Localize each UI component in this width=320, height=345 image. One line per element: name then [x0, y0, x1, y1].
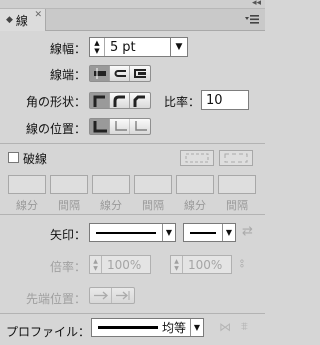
- align-button-group: [89, 118, 151, 135]
- gap-label-2: 間隔: [142, 199, 164, 212]
- panel-title-bar[interactable]: ◂◂: [0, 0, 265, 9]
- dashed-label: 破線: [23, 152, 48, 166]
- profile-preview: [98, 326, 158, 329]
- projecting-cap-icon: [134, 69, 146, 78]
- arrow-tip-place-button[interactable]: [112, 288, 134, 303]
- collapse-icon[interactable]: ◂◂: [252, 0, 261, 8]
- align-inside-icon: [114, 120, 127, 131]
- arrow-place-icon: [116, 291, 130, 300]
- gap-field-2[interactable]: [134, 175, 172, 194]
- weight-value[interactable]: 5: [110, 40, 118, 55]
- align-center-button[interactable]: [90, 119, 110, 134]
- align-dash-button[interactable]: [219, 150, 253, 166]
- dash-label-3: 線分: [184, 199, 206, 212]
- dashed-checkbox[interactable]: [8, 152, 19, 163]
- corner-label: 角の形状：: [25, 95, 86, 109]
- weight-stepper[interactable]: ▲ ▼: [90, 38, 105, 56]
- stroke-icon: ◆: [6, 15, 13, 25]
- link-scale-icon[interactable]: ⦂: [240, 256, 244, 271]
- weight-unit: pt: [122, 39, 136, 55]
- stepper-up-icon[interactable]: ▲: [94, 39, 99, 47]
- divider: [0, 214, 265, 215]
- divider: [0, 313, 265, 314]
- align-outside-icon: [135, 120, 147, 131]
- chevron-down-icon[interactable]: ▼: [190, 319, 203, 336]
- align-inside-button[interactable]: [110, 119, 130, 134]
- align-label: 線の位置：: [25, 122, 86, 136]
- swap-arrows-icon[interactable]: ⇄: [242, 224, 253, 239]
- miter-join-button[interactable]: [90, 93, 110, 108]
- panel-menu-icon[interactable]: [245, 14, 259, 26]
- butt-cap-icon: [93, 68, 106, 79]
- profile-label: プロファイル：: [6, 325, 91, 339]
- weight-dropdown-arrow-icon[interactable]: ▼: [170, 38, 187, 56]
- align-center-icon: [93, 120, 107, 132]
- butt-cap-button[interactable]: [90, 66, 110, 81]
- scale-start-value[interactable]: 100%: [107, 258, 141, 272]
- scale-start-field[interactable]: ▲ ▼ 100%: [89, 255, 151, 274]
- gap-field-3[interactable]: [218, 175, 256, 194]
- arrow-align-button-group: [89, 287, 135, 304]
- bevel-join-icon: [133, 95, 145, 107]
- cap-button-group: [89, 65, 151, 82]
- corner-button-group: [89, 92, 151, 109]
- close-icon[interactable]: ✕: [34, 10, 42, 20]
- tab-stroke[interactable]: ◆ 線 ✕: [0, 9, 46, 31]
- gap-label-3: 間隔: [226, 199, 248, 212]
- flip-vertical-icon[interactable]: ⩨: [241, 319, 248, 334]
- dash-field-1[interactable]: [8, 175, 46, 194]
- chevron-down-icon[interactable]: ▼: [162, 224, 175, 241]
- profile-dropdown[interactable]: 均等 ▼: [91, 318, 204, 337]
- tab-stroke-label: 線: [15, 13, 28, 28]
- arrow-end-preview: [190, 231, 216, 234]
- gap-field-1[interactable]: [50, 175, 88, 194]
- dash-label-1: 線分: [16, 199, 38, 212]
- miter-join-icon: [93, 95, 105, 107]
- arrow-tip-extend-button[interactable]: [90, 288, 112, 303]
- arrow-extend-icon: [93, 291, 108, 300]
- scale-label: 倍率：: [49, 260, 86, 274]
- gap-label-1: 間隔: [58, 199, 80, 212]
- dash-field-3[interactable]: [176, 175, 214, 194]
- weight-label: 線幅：: [49, 42, 86, 56]
- bevel-join-button[interactable]: [130, 93, 150, 108]
- dash-field-2[interactable]: [92, 175, 130, 194]
- dash-label-2: 線分: [100, 199, 122, 212]
- panel-tab-row: ◆ 線 ✕: [0, 9, 265, 31]
- arrow-end-dropdown[interactable]: ▼: [183, 223, 236, 242]
- limit-label: 比率：: [164, 95, 201, 109]
- round-join-button[interactable]: [110, 93, 130, 108]
- dash-align-icon: [224, 153, 248, 163]
- arrow-align-label: 先端位置：: [25, 292, 86, 306]
- divider: [0, 143, 265, 144]
- arrow-start-preview: [96, 231, 156, 234]
- profile-value: 均等: [162, 321, 187, 335]
- align-outside-button[interactable]: [130, 119, 150, 134]
- projecting-cap-button[interactable]: [130, 66, 150, 81]
- cap-label: 線端：: [49, 68, 86, 82]
- scale-end-value[interactable]: 100%: [188, 258, 222, 272]
- scale-end-field[interactable]: ▲ ▼ 100%: [170, 255, 232, 274]
- scale-end-stepper[interactable]: ▲ ▼: [171, 256, 183, 273]
- round-cap-icon: [114, 70, 126, 77]
- stepper-down-icon[interactable]: ▼: [94, 47, 99, 55]
- round-cap-button[interactable]: [110, 66, 130, 81]
- round-join-icon: [113, 95, 125, 107]
- preserve-dash-button[interactable]: [180, 150, 214, 166]
- chevron-down-icon[interactable]: ▼: [222, 224, 235, 241]
- scale-start-stepper[interactable]: ▲ ▼: [90, 256, 102, 273]
- arrow-start-dropdown[interactable]: ▼: [89, 223, 176, 242]
- dash-corner-icon: [185, 153, 209, 163]
- arrow-label: 矢印：: [49, 228, 86, 242]
- weight-field[interactable]: ▲ ▼ 5 pt ▼: [89, 37, 188, 57]
- limit-field[interactable]: 10: [201, 90, 249, 110]
- flip-horizontal-icon[interactable]: ⋈: [219, 320, 231, 334]
